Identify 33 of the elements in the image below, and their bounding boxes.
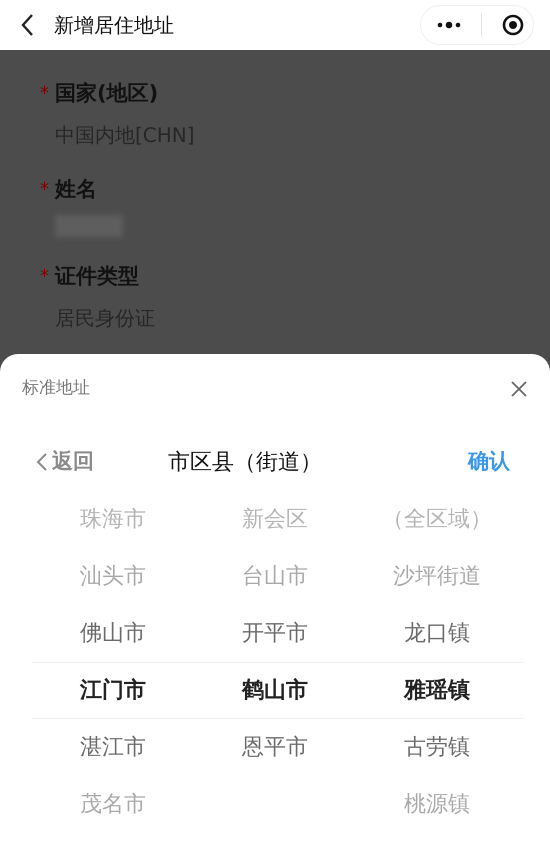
picker-option[interactable]: 鹤山市	[242, 662, 308, 718]
target-icon[interactable]	[502, 14, 524, 36]
picker-option[interactable]: 珠海市	[80, 490, 146, 548]
picker-option[interactable]: 台山市	[242, 548, 308, 604]
picker-option[interactable]: 古劳镇	[404, 718, 470, 776]
sheet-title: 标准地址	[22, 377, 90, 400]
picker-option[interactable]: 沙坪街道	[393, 548, 481, 604]
field-label: 国家(地区)	[55, 80, 158, 107]
required-mark: *	[40, 178, 49, 202]
picker-option[interactable]: （全区域）	[382, 490, 492, 548]
back-button[interactable]: 返回	[36, 446, 94, 478]
confirm-button[interactable]: 确认	[468, 446, 510, 478]
picker-option[interactable]: 开平市	[242, 604, 308, 662]
picker-option[interactable]: 新会区	[242, 490, 308, 548]
picker-option[interactable]: 桃源镇	[404, 776, 470, 832]
page-title: 新增居住地址	[54, 12, 174, 39]
picker-option[interactable]: 汕头市	[80, 548, 146, 604]
required-mark: *	[40, 265, 49, 290]
picker-option[interactable]: 佛山市	[80, 604, 146, 662]
chevron-left-icon	[36, 452, 48, 472]
picker-heading: 市区县（街道）	[168, 448, 322, 476]
field-label: 姓名	[55, 176, 97, 202]
picker-option[interactable]: 湛江市	[80, 718, 146, 776]
picker-option[interactable]: 江门市	[80, 662, 146, 718]
required-mark: *	[40, 82, 49, 106]
picker-option[interactable]: 雅瑶镇	[404, 662, 470, 718]
more-icon[interactable]	[437, 21, 461, 29]
picker-option[interactable]: 茂名市	[80, 776, 146, 832]
close-icon[interactable]	[510, 380, 528, 398]
back-icon[interactable]	[20, 13, 34, 37]
field-label: 证件类型	[55, 263, 139, 290]
picker-option[interactable]: 龙口镇	[404, 604, 470, 662]
picker-option[interactable]: 恩平市	[242, 718, 308, 776]
